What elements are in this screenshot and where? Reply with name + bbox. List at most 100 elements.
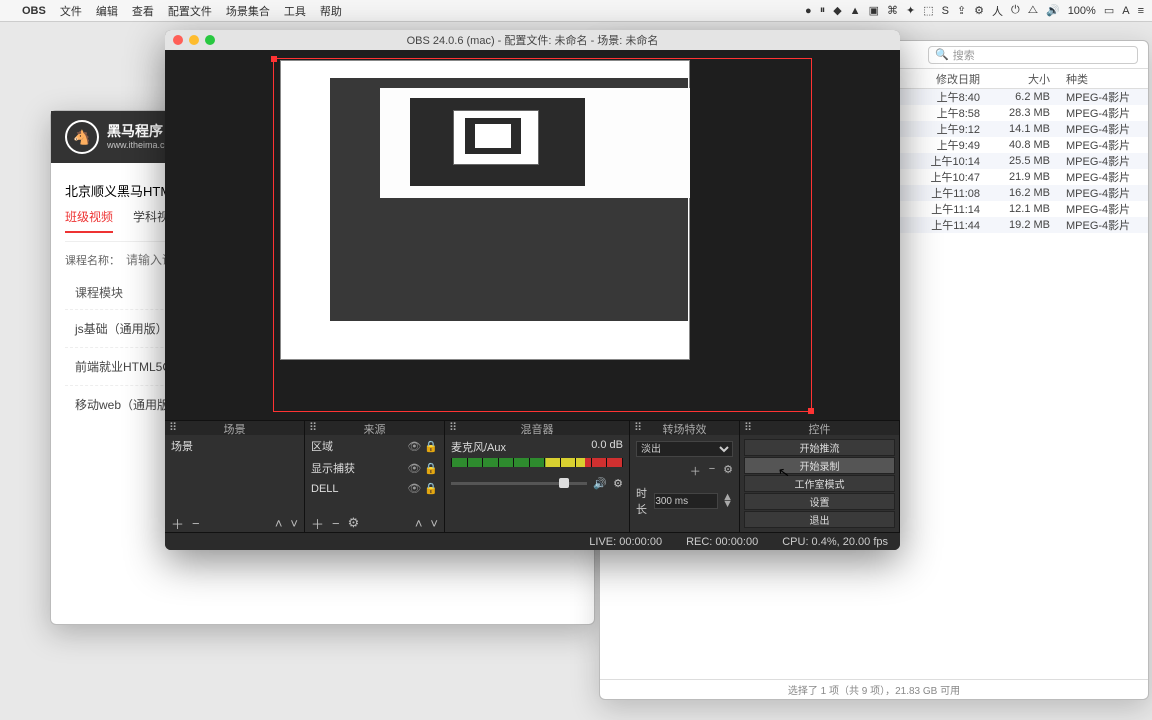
start-stream-button[interactable]: 开始推流 (744, 439, 895, 456)
transition-settings-button[interactable]: ⚙ (723, 463, 733, 479)
obs-preview[interactable] (165, 50, 900, 420)
zoom-icon[interactable] (205, 35, 215, 45)
volume-icon[interactable]: 🔊 (1046, 4, 1060, 17)
remove-transition-button[interactable]: − (709, 463, 715, 479)
status-icon[interactable]: S (942, 5, 949, 17)
status-icon[interactable]: ● (805, 5, 812, 17)
finder-statusbar: 选择了 1 项（共 9 项），21.83 GB 可用 (600, 679, 1148, 699)
dock-grip-icon[interactable]: ⠿ (634, 421, 642, 434)
add-transition-button[interactable]: ＋ (690, 463, 701, 479)
status-icon[interactable]: ⌘ (887, 4, 898, 17)
battery-icon[interactable]: ▭ (1104, 4, 1114, 17)
status-icon[interactable]: ⏻ (1011, 4, 1020, 17)
dock-grip-icon[interactable]: ⠿ (449, 421, 457, 434)
mixer-settings-icon[interactable]: ⚙ (613, 477, 623, 490)
dock-grip-icon[interactable]: ⠿ (309, 421, 317, 434)
scene-item[interactable]: 场景 (165, 435, 304, 457)
exit-button[interactable]: 退出 (744, 511, 895, 528)
visibility-icon[interactable]: 👁 (407, 440, 421, 453)
panel-mixer: ⠿混音器 麦克风/Aux 0.0 dB 🔊 ⚙ (445, 421, 630, 532)
dock-grip-icon[interactable]: ⠿ (744, 421, 752, 434)
dock-grip-icon[interactable]: ⠿ (169, 421, 177, 434)
finder-search-placeholder: 搜索 (953, 47, 975, 63)
status-icon[interactable]: ⬚ (923, 4, 933, 17)
speaker-icon[interactable]: 🔊 (593, 477, 607, 490)
obs-title-text: OBS 24.0.6 (mac) - 配置文件: 未命名 - 场景: 未命名 (165, 32, 900, 48)
audio-meter (451, 458, 623, 467)
status-icon[interactable]: ✦ (906, 4, 915, 17)
panel-sources: ⠿来源 区域👁🔒 显示捕获👁🔒 DELL👁🔒 ＋ − ⚙ ˄ ˅ (305, 421, 445, 532)
visibility-icon[interactable]: 👁 (407, 462, 421, 475)
menu-view[interactable]: 查看 (132, 3, 154, 19)
add-scene-button[interactable]: ＋ (171, 514, 184, 533)
menu-icon[interactable]: ≡ (1138, 5, 1144, 17)
visibility-icon[interactable]: 👁 (407, 482, 421, 495)
window-controls[interactable] (173, 35, 215, 45)
col-size[interactable]: 大小 (988, 71, 1058, 87)
status-icon[interactable]: ◆ (833, 4, 841, 17)
start-record-button[interactable]: 开始录制 (744, 457, 895, 474)
input-icon[interactable]: A (1122, 5, 1129, 17)
status-icon[interactable]: ▲ (850, 5, 861, 17)
search-icon: 🔍 (935, 48, 949, 61)
settings-button[interactable]: 设置 (744, 493, 895, 510)
lock-icon[interactable]: 🔒 (424, 482, 438, 495)
menu-scene-collection[interactable]: 场景集合 (226, 3, 270, 19)
menu-profile[interactable]: 配置文件 (168, 3, 212, 19)
panel-controls: ⠿控件 开始推流 开始录制 工作室模式 设置 退出 (740, 421, 900, 532)
status-icon[interactable]: ⏸ (820, 4, 826, 17)
transition-type-select[interactable]: 淡出 (636, 441, 733, 457)
brand-url: www.itheima.c (107, 140, 165, 151)
remove-scene-button[interactable]: − (192, 516, 200, 531)
lock-icon[interactable]: 🔒 (424, 462, 438, 475)
obs-titlebar[interactable]: OBS 24.0.6 (mac) - 配置文件: 未命名 - 场景: 未命名 (165, 30, 900, 50)
scene-up-button[interactable]: ˄ (275, 516, 283, 531)
menu-file[interactable]: 文件 (60, 3, 82, 19)
add-source-button[interactable]: ＋ (311, 514, 324, 533)
menu-help[interactable]: 帮助 (320, 3, 342, 19)
source-item[interactable]: 显示捕获👁🔒 (305, 457, 444, 479)
tab-class-video[interactable]: 班级视频 (65, 208, 113, 233)
menu-edit[interactable]: 编辑 (96, 3, 118, 19)
duration-label: 时长 (636, 485, 650, 517)
source-up-button[interactable]: ˄ (415, 516, 423, 531)
status-rec: REC: 00:00:00 (686, 536, 758, 548)
finder-search[interactable]: 🔍 搜索 (928, 46, 1138, 64)
obs-window: OBS 24.0.6 (mac) - 配置文件: 未命名 - 场景: 未命名 ⠿… (165, 30, 900, 550)
col-kind[interactable]: 种类 (1058, 71, 1148, 87)
brand-name: 黑马程序 (107, 123, 165, 140)
remove-source-button[interactable]: − (332, 516, 340, 531)
status-icon[interactable]: 人 (992, 3, 1003, 19)
brand-logo-icon: 🐴 (65, 120, 99, 154)
lock-icon[interactable]: 🔒 (424, 440, 438, 453)
stepper-down-icon[interactable]: ▼ (722, 501, 733, 508)
status-icon[interactable]: ⚙ (974, 4, 984, 17)
preview-recursive-7 (475, 124, 511, 148)
status-live: LIVE: 00:00:00 (589, 536, 662, 548)
macos-menubar: OBS 文件 编辑 查看 配置文件 场景集合 工具 帮助 ● ⏸ ◆ ▲ ▣ ⌘… (0, 0, 1152, 22)
source-item[interactable]: DELL👁🔒 (305, 479, 444, 498)
menubar-status: ● ⏸ ◆ ▲ ▣ ⌘ ✦ ⬚ S ⇪ ⚙ 人 ⏻ ⧍ 🔊 100% ▭ A ≡ (805, 3, 1144, 19)
volume-slider[interactable] (451, 482, 587, 485)
mixer-channel-name: 麦克风/Aux (451, 439, 506, 455)
status-cpu: CPU: 0.4%, 20.00 fps (782, 536, 888, 548)
scene-down-button[interactable]: ˅ (290, 516, 298, 531)
status-icon[interactable]: ⇪ (957, 4, 966, 17)
menubar-app[interactable]: OBS (22, 5, 46, 17)
duration-input[interactable] (654, 493, 718, 509)
search-label: 课程名称： (65, 252, 120, 268)
wifi-icon[interactable]: ⧍ (1028, 4, 1038, 17)
close-icon[interactable] (173, 35, 183, 45)
source-settings-button[interactable]: ⚙ (348, 515, 360, 531)
studio-mode-button[interactable]: 工作室模式 (744, 475, 895, 492)
mixer-channel-db: 0.0 dB (591, 439, 623, 455)
menu-tools[interactable]: 工具 (284, 3, 306, 19)
battery-text: 100% (1068, 5, 1096, 17)
source-down-button[interactable]: ˅ (430, 516, 438, 531)
panel-scenes: ⠿场景 场景 ＋ − ˄ ˅ (165, 421, 305, 532)
panel-transitions: ⠿转场特效 淡出 ＋ − ⚙ 时长 ▲ ▼ (630, 421, 740, 532)
status-icon[interactable]: ▣ (869, 4, 879, 17)
source-item[interactable]: 区域👁🔒 (305, 435, 444, 457)
minimize-icon[interactable] (189, 35, 199, 45)
obs-statusbar: LIVE: 00:00:00 REC: 00:00:00 CPU: 0.4%, … (165, 532, 900, 550)
